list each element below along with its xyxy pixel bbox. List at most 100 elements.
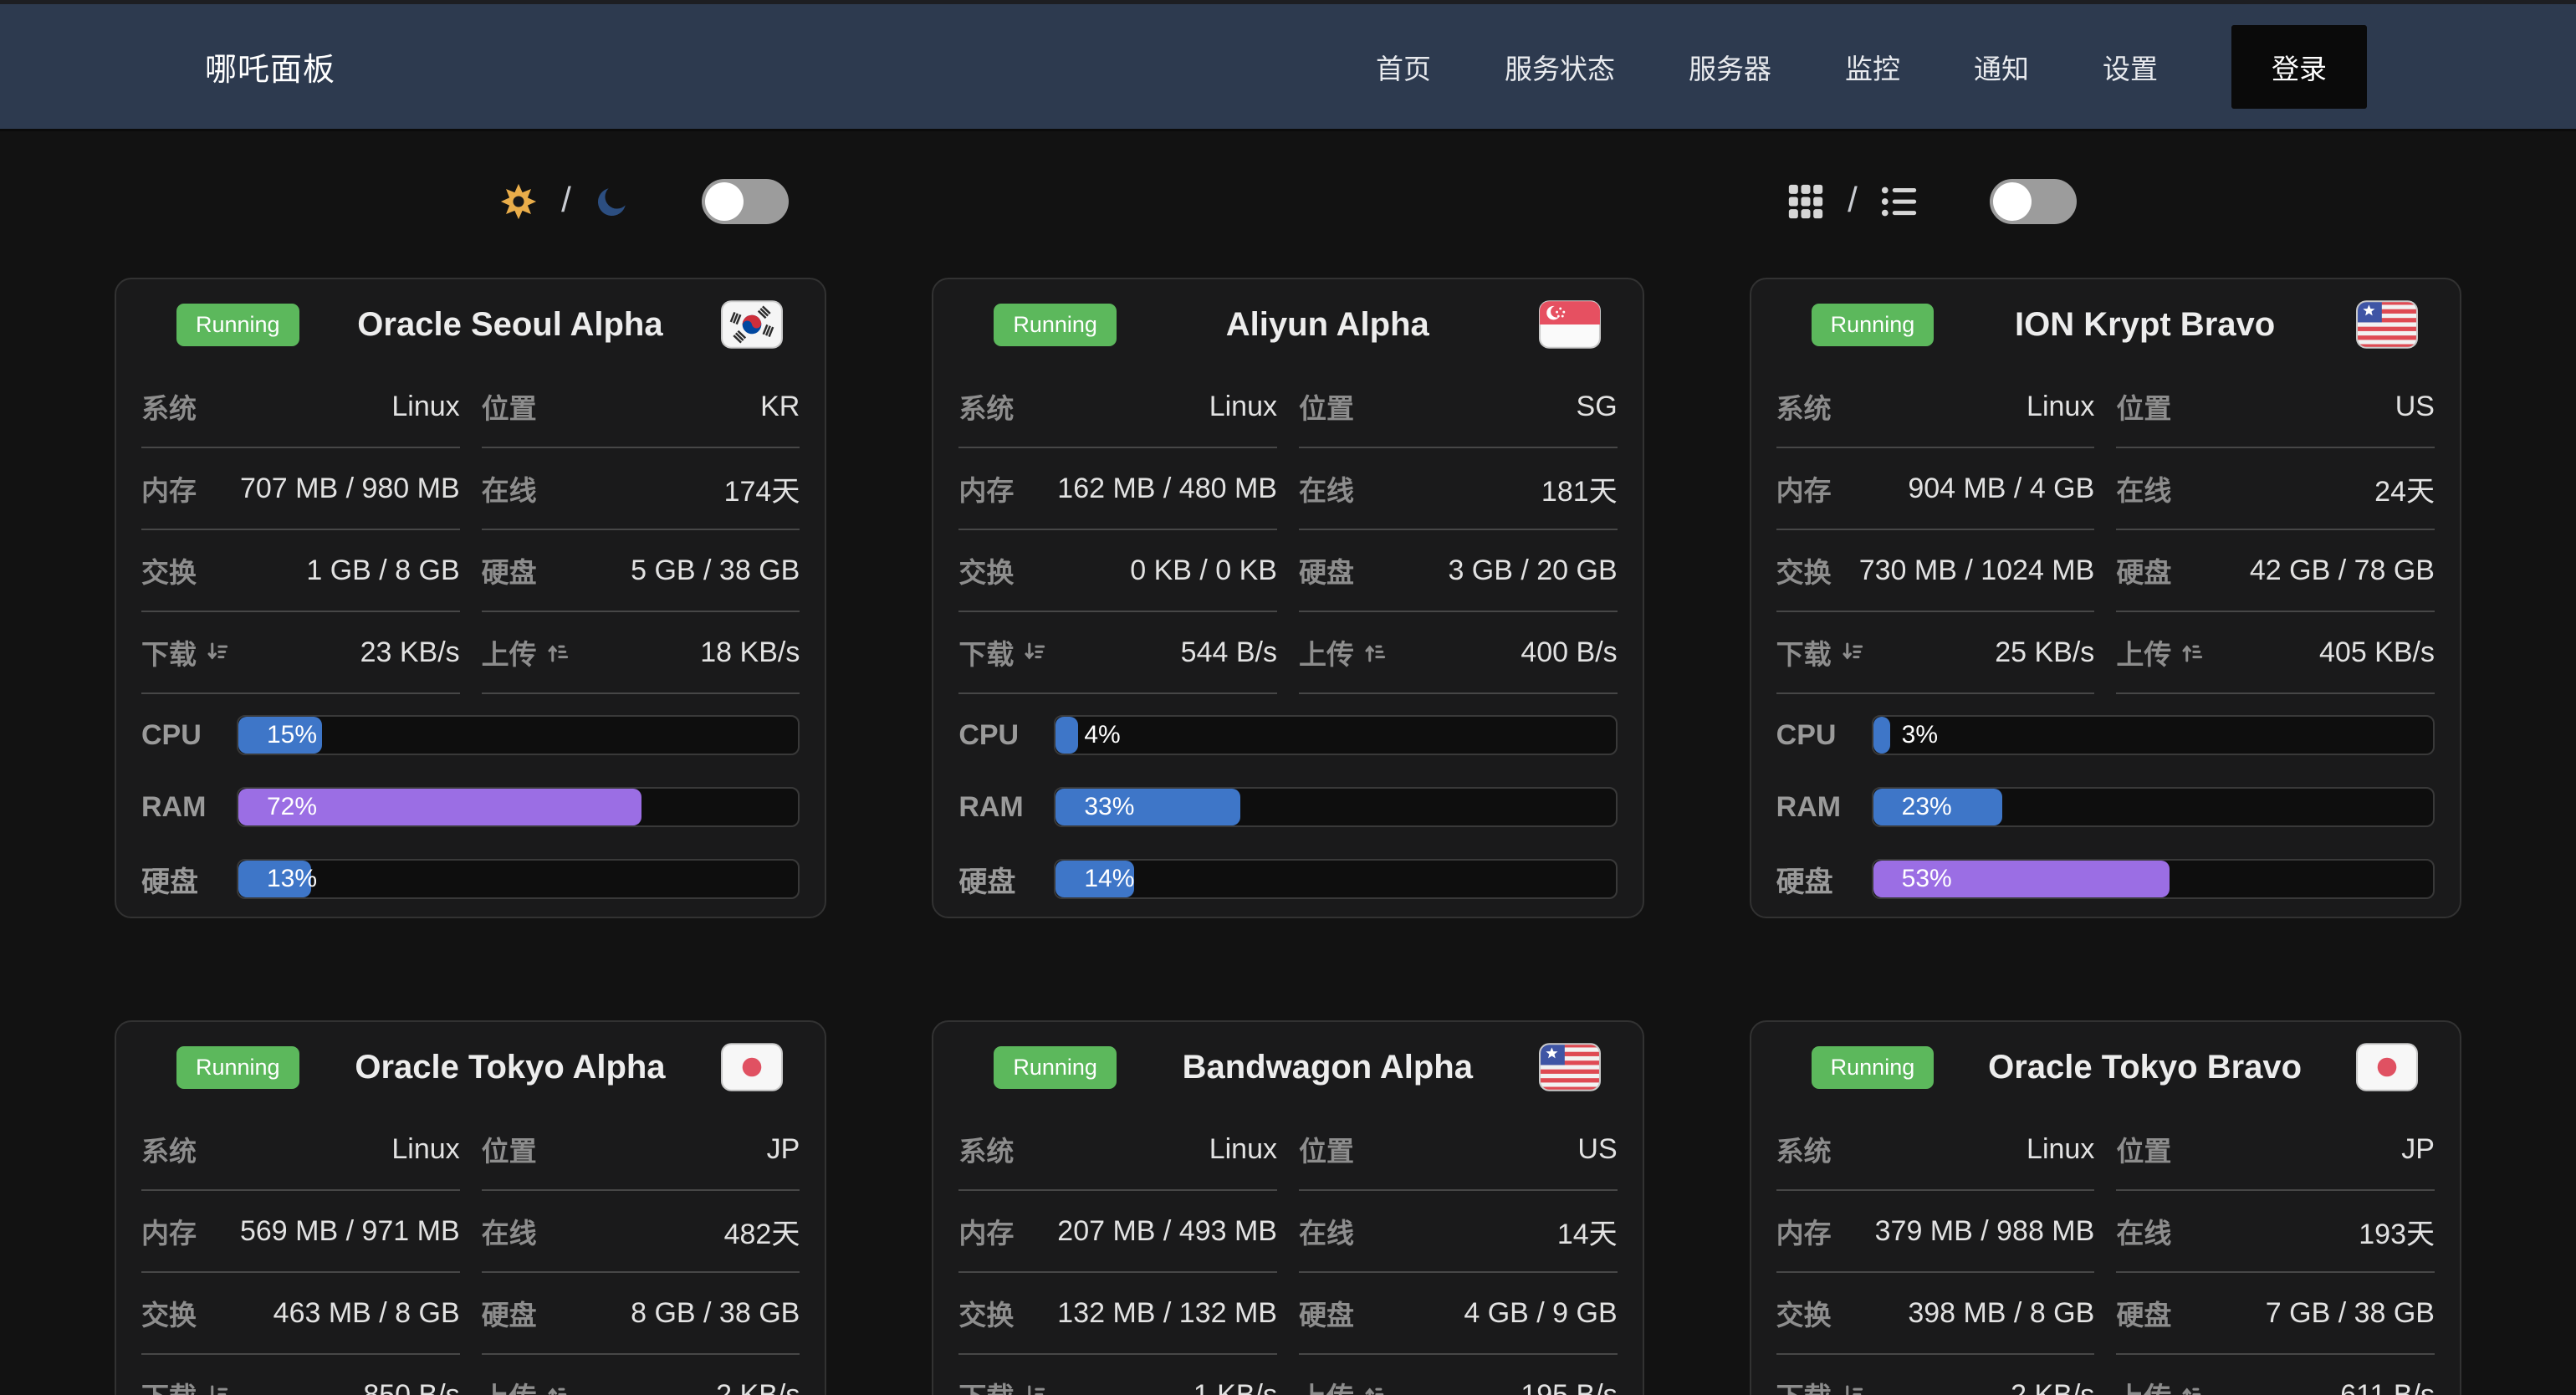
ram-percent: 72% <box>267 789 317 825</box>
os-cell: 系统 Linux <box>141 1109 460 1191</box>
sort-ascending-icon <box>1362 1382 1388 1395</box>
download-label: 下载 <box>958 1375 1047 1395</box>
server-card[interactable]: Running Oracle Tokyo Alpha 系统 Linux 位置 J… <box>115 1020 826 1395</box>
nav-item-1[interactable]: 服务状态 <box>1505 47 1615 87</box>
location-value: KR <box>760 391 800 423</box>
nav-item-5[interactable]: 设置 <box>2103 47 2158 87</box>
stat-rows: 系统 Linux 位置 JP 内存 379 MB / 988 MB 在线 193… <box>1776 1109 2435 1395</box>
location-cell: 位置 JP <box>482 1109 800 1191</box>
server-card[interactable]: Running ION Krypt Bravo 系统 Linux 位置 US 内… <box>1750 278 2461 918</box>
upload-label: 上传 <box>1299 1375 1388 1395</box>
os-cell: 系统 Linux <box>141 366 460 448</box>
status-badge: Running <box>176 1046 299 1089</box>
nav-item-3[interactable]: 监控 <box>1845 47 1900 87</box>
server-name: Bandwagon Alpha <box>1117 1049 1539 1086</box>
disk-cell: 硬盘 7 GB / 38 GB <box>2116 1273 2435 1355</box>
theme-switch[interactable] <box>702 179 789 224</box>
swap-label: 交换 <box>958 550 1014 590</box>
disk-value: 4 GB / 9 GB <box>1464 1297 1617 1330</box>
location-label: 位置 <box>1299 1129 1354 1169</box>
disk-cell: 硬盘 3 GB / 20 GB <box>1299 530 1618 612</box>
memory-cell: 内存 162 MB / 480 MB <box>958 448 1277 530</box>
cpu-bar-row: CPU 4% <box>958 699 1617 771</box>
card-header: Running Oracle Seoul Alpha <box>141 283 800 366</box>
swap-value: 398 MB / 8 GB <box>1908 1297 2094 1330</box>
disk-percent: 13% <box>267 861 317 897</box>
swap-label: 交换 <box>1776 1293 1832 1333</box>
stat-rows: 系统 Linux 位置 KR 内存 707 MB / 980 MB 在线 174… <box>141 366 800 694</box>
nav-item-2[interactable]: 服务器 <box>1689 47 1771 87</box>
upload-cell: 上传 611 B/s <box>2116 1355 2435 1395</box>
location-value: US <box>2395 391 2435 423</box>
disk-bar-row: 硬盘 14% <box>958 843 1617 915</box>
os-value: Linux <box>1209 391 1277 423</box>
os-cell: 系统 Linux <box>1776 1109 2095 1191</box>
usage-bars: CPU 4% RAM 33% 硬盘 14% <box>958 699 1617 915</box>
ram-bar-row: RAM 33% <box>958 771 1617 843</box>
upload-label: 上传 <box>2116 632 2205 672</box>
cpu-bar-row: CPU 3% <box>1776 699 2435 771</box>
disk-bar-label: 硬盘 <box>1776 859 1872 900</box>
card-header: Running ION Krypt Bravo <box>1776 283 2435 366</box>
sort-ascending-icon <box>2180 1382 2205 1395</box>
swap-label: 交换 <box>141 550 197 590</box>
download-cell: 下载 1 KB/s <box>958 1355 1277 1395</box>
server-name: Aliyun Alpha <box>1117 306 1539 344</box>
brand-title[interactable]: 哪吒面板 <box>205 43 335 89</box>
ram-bar-row: RAM 72% <box>141 771 800 843</box>
layout-switch[interactable] <box>1990 179 2077 224</box>
nav-item-4[interactable]: 通知 <box>1974 47 2029 87</box>
disk-label: 硬盘 <box>482 1293 537 1333</box>
server-card[interactable]: Running Bandwagon Alpha 系统 Linux 位置 US 内… <box>932 1020 1643 1395</box>
swap-label: 交换 <box>958 1293 1014 1333</box>
download-value: 23 KB/s <box>360 636 460 669</box>
server-name: Oracle Seoul Alpha <box>299 306 722 344</box>
uptime-value: 193天 <box>2359 1211 2435 1252</box>
memory-label: 内存 <box>141 1211 197 1251</box>
upload-value: 400 B/s <box>1521 636 1617 669</box>
memory-cell: 内存 904 MB / 4 GB <box>1776 448 2095 530</box>
ram-percent: 33% <box>1084 789 1134 825</box>
swap-cell: 交换 0 KB / 0 KB <box>958 530 1277 612</box>
cpu-label: CPU <box>1776 719 1872 752</box>
sort-ascending-icon <box>2180 640 2205 665</box>
download-cell: 下载 544 B/s <box>958 612 1277 694</box>
swap-cell: 交换 463 MB / 8 GB <box>141 1273 460 1355</box>
disk-label: 硬盘 <box>1299 550 1354 590</box>
server-card[interactable]: Running Aliyun Alpha 系统 Linux 位置 SG 内存 1… <box>932 278 1643 918</box>
memory-value: 379 MB / 988 MB <box>1875 1215 2095 1248</box>
upload-value: 18 KB/s <box>700 636 800 669</box>
download-value: 2 KB/s <box>2011 1379 2094 1395</box>
cpu-percent: 4% <box>1084 717 1120 754</box>
separator: / <box>1848 180 1858 220</box>
download-value: 25 KB/s <box>1995 636 2094 669</box>
os-cell: 系统 Linux <box>1776 366 2095 448</box>
server-card[interactable]: Running Oracle Seoul Alpha 系统 Linux 位置 K… <box>115 278 826 918</box>
disk-value: 8 GB / 38 GB <box>631 1297 800 1330</box>
sort-descending-icon <box>1840 640 1865 665</box>
os-value: Linux <box>391 1133 459 1166</box>
location-label: 位置 <box>1299 386 1354 427</box>
uptime-value: 482天 <box>724 1211 800 1252</box>
login-button[interactable]: 登录 <box>2231 25 2367 109</box>
uptime-label: 在线 <box>482 468 537 508</box>
os-label: 系统 <box>141 386 197 427</box>
cpu-progressbar: 3% <box>1872 715 2435 755</box>
upload-label: 上传 <box>482 1375 570 1395</box>
os-value: Linux <box>391 391 459 423</box>
ram-label: RAM <box>958 791 1054 824</box>
memory-label: 内存 <box>1776 1211 1832 1251</box>
uptime-value: 174天 <box>724 468 800 509</box>
server-card[interactable]: Running Oracle Tokyo Bravo 系统 Linux 位置 J… <box>1750 1020 2461 1395</box>
uptime-cell: 在线 482天 <box>482 1191 800 1273</box>
uptime-cell: 在线 193天 <box>2116 1191 2435 1273</box>
nav-item-0[interactable]: 首页 <box>1376 47 1431 87</box>
memory-label: 内存 <box>1776 468 1832 508</box>
layout-toggle-group: / <box>1288 179 2576 224</box>
card-header: Running Oracle Tokyo Bravo <box>1776 1025 2435 1109</box>
cpu-progressbar: 15% <box>237 715 800 755</box>
stat-rows: 系统 Linux 位置 US 内存 207 MB / 493 MB 在线 14天… <box>958 1109 1617 1395</box>
disk-progressbar: 53% <box>1872 859 2435 899</box>
disk-value: 3 GB / 20 GB <box>1448 554 1617 587</box>
sort-ascending-icon <box>1362 640 1388 665</box>
